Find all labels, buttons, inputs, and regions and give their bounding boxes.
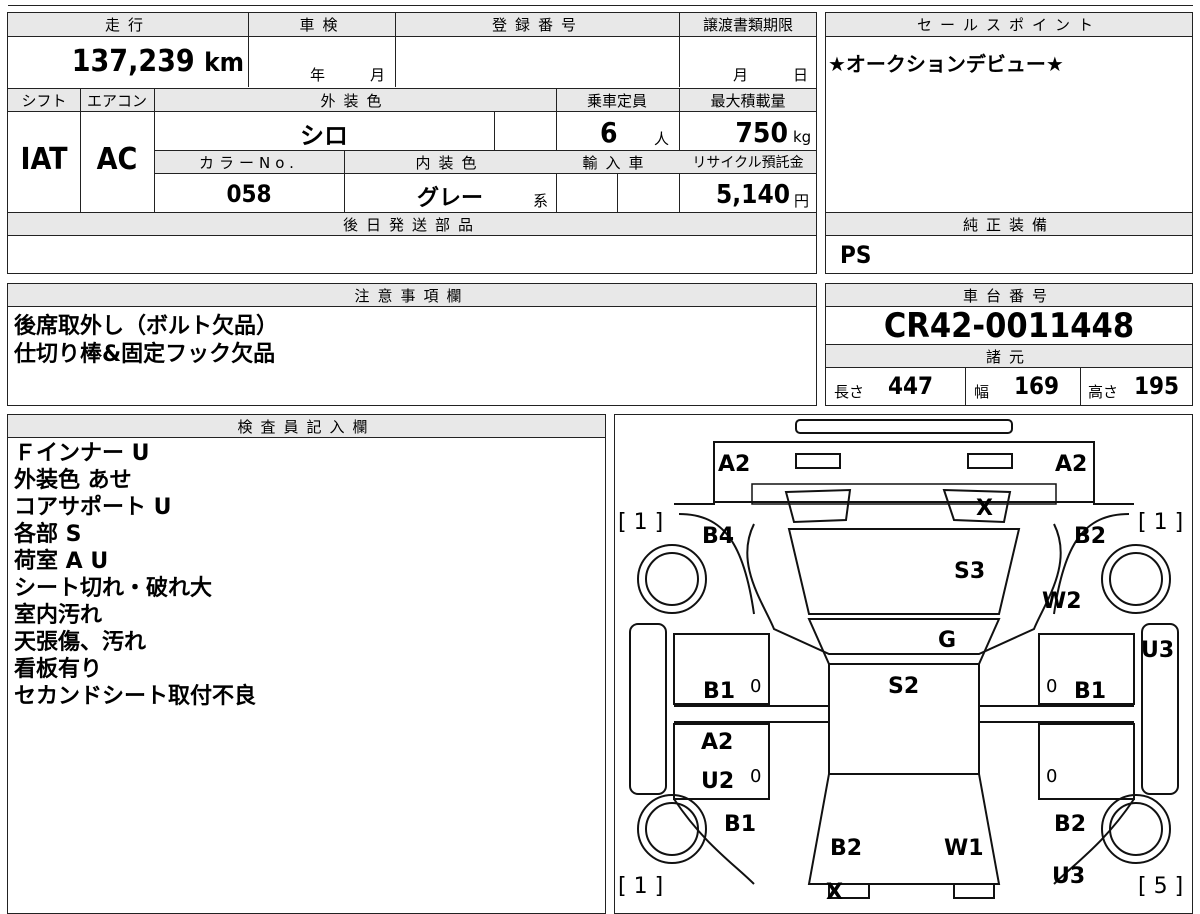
label-x-top: X [976, 496, 993, 521]
zero-mark: 0 [750, 676, 762, 697]
inspector-line: 看板有り [14, 657, 103, 682]
inspector-line: コアサポート U [14, 495, 172, 520]
bracket-bottom-right: [ 5 ] [1138, 874, 1184, 899]
label-s3: S3 [954, 559, 986, 584]
label-s2: S2 [888, 674, 920, 699]
chassis-value: CR42-0011448 [883, 306, 1135, 346]
notes-line-1: 後席取外し（ボルト欠品） [14, 314, 279, 339]
shift-label: シフト [21, 92, 67, 110]
recycle-fee-unit: 円 [794, 192, 810, 210]
notes-label: 注意事項欄 [354, 287, 470, 305]
genuine-equipment-label: 純正装備 [962, 216, 1055, 234]
max-load-label: 最大積載量 [710, 92, 786, 110]
zero-mark: 0 [1046, 676, 1058, 697]
registration-label: 登録番号 [491, 16, 584, 34]
mileage-value: 137,239 km [71, 44, 244, 79]
capacity-value: 6 [600, 116, 618, 149]
interior-color-label: 内装色 [415, 154, 485, 172]
recycle-fee-label: リサイクル預託金 [692, 155, 804, 171]
sales-point-value: ★オークションデビュー★ [828, 52, 1064, 76]
label-u3-right: U3 [1141, 638, 1175, 663]
label-u2: U2 [701, 769, 735, 794]
interior-color-suffix: 系 [533, 192, 549, 210]
specs-label: 諸元 [985, 348, 1032, 366]
bracket-top-left: [ 1 ] [618, 510, 664, 535]
aircon-value: AC [96, 142, 138, 177]
length-value: 447 [888, 372, 934, 400]
zero-mark: 0 [750, 766, 762, 787]
inspector-line: シート切れ・破れ大 [14, 576, 213, 601]
width-label: 幅 [974, 383, 990, 401]
label-g: G [938, 628, 957, 653]
chassis-label: 車台番号 [962, 287, 1055, 305]
interior-color-value: グレー [416, 186, 483, 211]
capacity-unit: 人 [654, 130, 670, 148]
label-a2-left: A2 [718, 452, 751, 477]
capacity-label: 乗車定員 [586, 92, 647, 110]
inspector-label: 検査員記入欄 [237, 418, 376, 436]
inspection-label: 車検 [299, 16, 346, 34]
max-load-value: 750 [735, 116, 788, 149]
length-label: 長さ [834, 383, 865, 401]
color-no-label: カラーNo. [199, 154, 299, 172]
aircon-label: エアコン [86, 92, 147, 110]
label-b1-left: B1 [703, 679, 736, 704]
recycle-fee-value: 5,140 [716, 180, 790, 210]
label-u3-bottom: U3 [1052, 864, 1086, 889]
mileage-label: 走行 [104, 16, 151, 34]
notes-line-2: 仕切り棒&固定フック欠品 [14, 342, 276, 367]
inspection-year: 年 [310, 66, 326, 84]
bracket-top-right: [ 1 ] [1138, 510, 1184, 535]
zero-mark: 0 [1046, 766, 1058, 787]
label-x-bottom: X [826, 880, 843, 905]
height-value: 195 [1134, 372, 1180, 400]
inspector-line: 荷室 A U [14, 549, 109, 574]
sales-point-label: セールスポイント [916, 16, 1101, 34]
bracket-bottom-left: [ 1 ] [618, 874, 664, 899]
later-parts-label: 後日発送部品 [342, 216, 481, 234]
import-label: 輸入車 [582, 154, 652, 172]
label-b1-right: B1 [1074, 679, 1107, 704]
deadline-month: 月 [733, 66, 749, 84]
exterior-color-value: シロ [300, 122, 348, 150]
label-b2-low-right: B2 [1054, 812, 1087, 837]
top-strip [8, 0, 1193, 6]
shift-value: IAT [20, 142, 68, 177]
label-b2-bottom: B2 [830, 836, 863, 861]
label-b4: B4 [702, 524, 735, 549]
inspector-line: 室内汚れ [14, 603, 103, 628]
label-a2-mid: A2 [701, 730, 734, 755]
inspector-line: 外装色 あせ [14, 468, 132, 493]
inspector-line: 各部 S [14, 522, 82, 547]
genuine-equipment-value: PS [840, 241, 872, 269]
width-value: 169 [1014, 372, 1060, 400]
inspector-line: セカンドシート取付不良 [14, 684, 257, 709]
diagram-labels: A2 A2 X B4 B2 S3 W2 G U3 B1 B1 S2 A2 U2 … [614, 414, 1193, 905]
exterior-color-label: 外装色 [320, 92, 390, 110]
deadline-day: 日 [793, 66, 809, 84]
transfer-deadline-label: 譲渡書類期限 [702, 16, 793, 34]
height-label: 高さ [1088, 383, 1119, 401]
label-b2-top: B2 [1074, 524, 1107, 549]
max-load-unit: kg [793, 128, 812, 146]
inspector-line: 天張傷、汚れ [14, 630, 147, 655]
inspector-line: Ｆインナー U [14, 441, 150, 466]
label-a2-right: A2 [1055, 452, 1088, 477]
label-w2: W2 [1042, 589, 1082, 614]
inspection-month: 月 [370, 66, 386, 84]
color-no-value: 058 [226, 180, 272, 208]
label-b1-low-left: B1 [724, 812, 757, 837]
label-w1: W1 [944, 836, 984, 861]
